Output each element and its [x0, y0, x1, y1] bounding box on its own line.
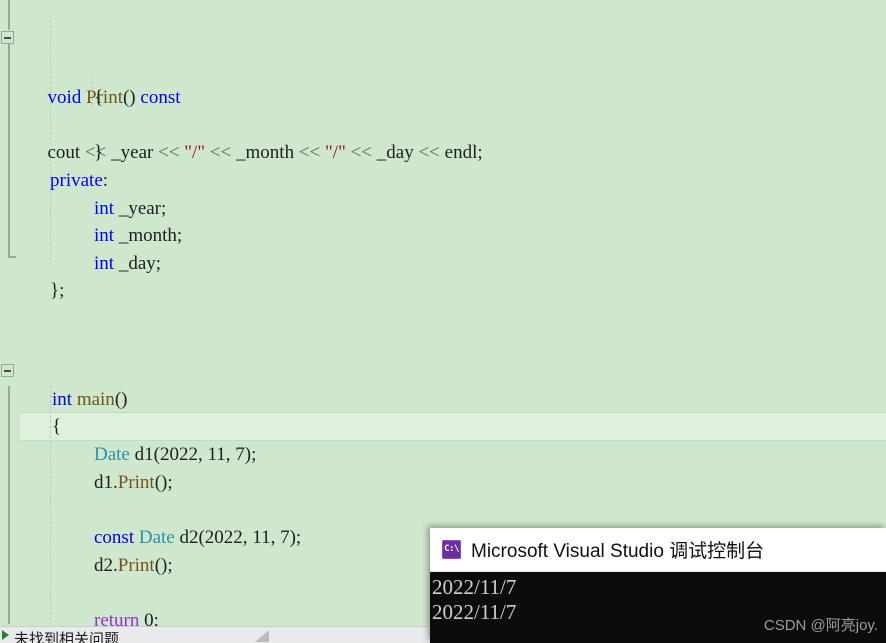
code-line-main-open-brace[interactable]: { [0, 385, 886, 437]
csdn-watermark: CSDN @阿亮joy. [763, 617, 878, 634]
code-line-member-month[interactable]: int _month; [0, 194, 886, 246]
code-line-print-close-brace[interactable]: } [0, 111, 886, 163]
token-call-parens-2: (); [154, 554, 173, 576]
console-output-line-1: 2022/11/7 [432, 575, 517, 599]
code-line-member-year[interactable]: int _year; [0, 167, 886, 219]
cmd-prompt-icon: C:\ [442, 540, 461, 559]
token-call-print-2: Print [117, 554, 155, 576]
code-line-member-day[interactable]: int _day; [0, 222, 886, 274]
visual-studio-window: void Print() const { cout << _year << "/… [0, 0, 886, 643]
code-line-date-d1[interactable]: Date d1(2022, 11, 7); [0, 413, 886, 465]
console-output: 2022/11/7 2022/11/7 CSDN @阿亮joy. [430, 572, 886, 643]
debug-console-window[interactable]: C:\ Microsoft Visual Studio 调试控制台 2022/1… [430, 528, 886, 643]
token-call-parens-1: (); [154, 471, 173, 493]
code-line-class-end[interactable]: }; [0, 249, 886, 301]
resize-grip[interactable] [255, 630, 269, 642]
console-title-bar[interactable]: C:\ Microsoft Visual Studio 调试控制台 [430, 528, 886, 572]
console-title-text: Microsoft Visual Studio 调试控制台 [471, 541, 765, 562]
status-bar-text: 未找到相关问题 [14, 631, 120, 643]
token-class-close: }; [50, 279, 65, 301]
code-line-d1-print[interactable]: d1.Print(); [0, 441, 886, 493]
code-line-date-d2[interactable]: const Date d2(2022, 11, 7); [0, 496, 886, 548]
cmd-prompt-icon-label: C:\ [444, 544, 459, 554]
token-d1-obj: d1. [94, 471, 118, 493]
play-arrow-icon [2, 630, 9, 640]
code-line-print-open-brace[interactable]: { [0, 56, 886, 108]
code-line-main-signature[interactable]: int main() [0, 358, 886, 410]
code-line-cout[interactable]: cout << _year << "/" << _month << "/" <<… [0, 84, 886, 163]
token-d2-obj: d2. [94, 554, 118, 576]
token-call-print-1: Print [117, 471, 155, 493]
code-line-private[interactable]: private: [0, 139, 886, 191]
code-line-print-signature[interactable]: void Print() const [0, 29, 886, 108]
